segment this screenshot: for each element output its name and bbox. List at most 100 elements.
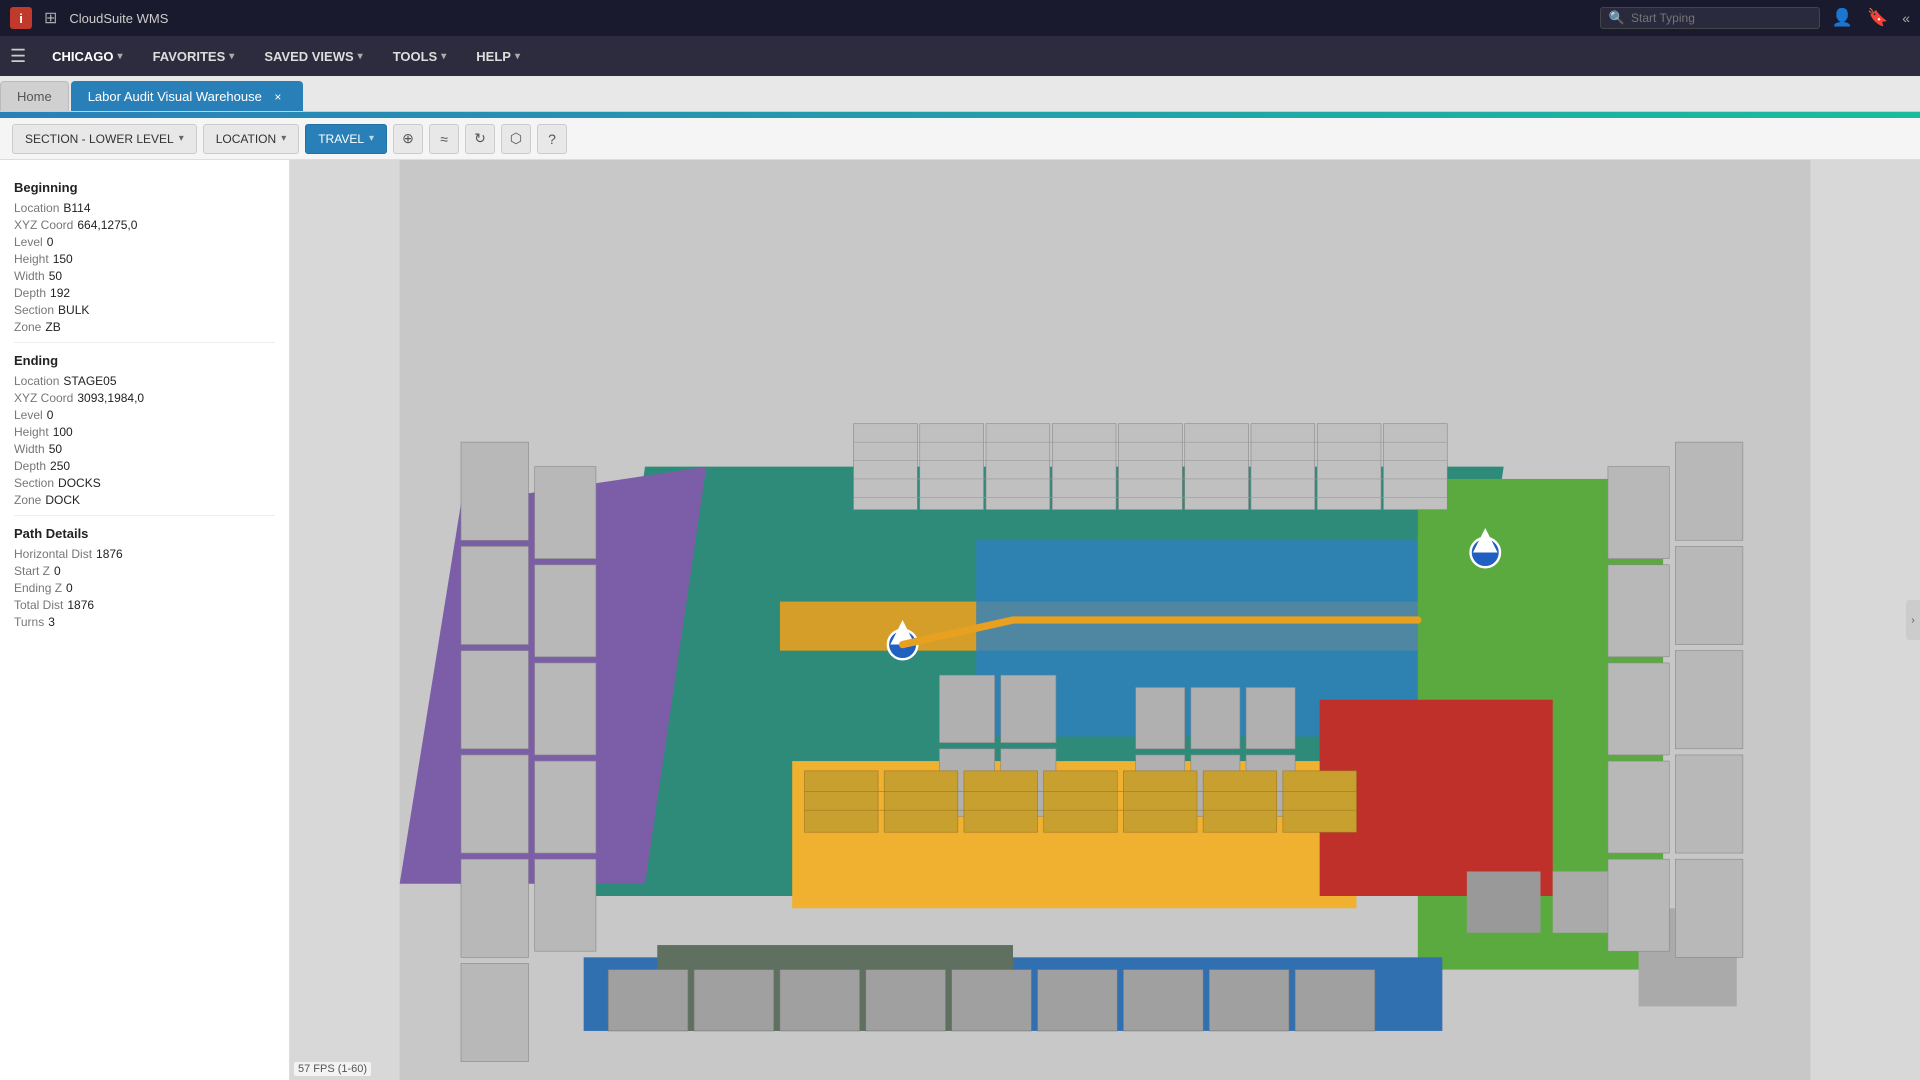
warehouse-view[interactable]: 57 FPS (1-60) ›	[290, 160, 1920, 1080]
turns-label: Turns	[14, 615, 44, 629]
nav-favorites[interactable]: FAVORITES ▾	[141, 43, 247, 70]
location-arrow: ▾	[281, 133, 286, 144]
end-width-label-text: Width	[14, 442, 45, 456]
tabbar: Home Labor Audit Visual Warehouse ×	[0, 76, 1920, 112]
left-panel: Beginning Location B114 XYZ Coord 664,12…	[0, 160, 290, 1080]
tab-close-button[interactable]: ×	[270, 89, 286, 105]
path-title: Path Details	[14, 526, 275, 541]
tab-home[interactable]: Home	[0, 81, 69, 111]
height-value: 150	[53, 252, 73, 266]
zone-value: ZB	[45, 320, 60, 334]
end-location-label-text: Location	[14, 374, 59, 388]
depth-label-text: Depth	[14, 286, 46, 300]
external-link-button[interactable]: ⬡	[501, 124, 531, 154]
section-row: Section BULK	[14, 303, 275, 317]
end-zone-row: Zone DOCK	[14, 493, 275, 507]
zone-row: Zone ZB	[14, 320, 275, 334]
end-zone-label-text: Zone	[14, 493, 41, 507]
chicago-arrow: ▾	[118, 51, 123, 62]
end-level-label-text: Level	[14, 408, 43, 422]
width-value: 50	[49, 269, 62, 283]
travel-dropdown[interactable]: TRAVEL ▾	[305, 124, 387, 154]
nav-saved-views[interactable]: SAVED VIEWS ▾	[252, 43, 374, 70]
help-arrow: ▾	[515, 51, 520, 62]
cursor-icon: ⊕	[402, 130, 414, 147]
chicago-label: CHICAGO	[52, 49, 113, 64]
end-height-row: Height 100	[14, 425, 275, 439]
infor-logo[interactable]: i	[10, 7, 32, 29]
tools-arrow: ▾	[441, 51, 446, 62]
top-rack-array	[854, 424, 1448, 510]
refresh-button[interactable]: ↻	[465, 124, 495, 154]
nav-chicago[interactable]: CHICAGO ▾	[40, 43, 134, 70]
travel-label: TRAVEL	[318, 132, 364, 146]
level-row: Level 0	[14, 235, 275, 249]
help-button[interactable]: ?	[537, 124, 567, 154]
collapse-right-icon: ›	[1911, 615, 1914, 626]
bookmark-icon[interactable]: 🔖	[1867, 8, 1888, 28]
app-title: CloudSuite WMS	[69, 11, 1587, 26]
total-dist-row: Total Dist 1876	[14, 598, 275, 612]
end-depth-label-text: Depth	[14, 459, 46, 473]
xyz-row: XYZ Coord 664,1275,0	[14, 218, 275, 232]
warehouse-svg	[290, 160, 1920, 1080]
location-dropdown[interactable]: LOCATION ▾	[203, 124, 299, 154]
user-icon[interactable]: 👤	[1832, 8, 1853, 28]
ending-z-row: Ending Z 0	[14, 581, 275, 595]
width-row: Width 50	[14, 269, 275, 283]
fps-label: 57 FPS (1-60)	[298, 1063, 367, 1075]
help-label: HELP	[476, 49, 511, 64]
section-label: SECTION - LOWER LEVEL	[25, 132, 174, 146]
xyz-label-text: XYZ Coord	[14, 218, 73, 232]
end-width-row: Width 50	[14, 442, 275, 456]
section-value: BULK	[58, 303, 89, 317]
search-icon: 🔍	[1609, 10, 1625, 26]
end-depth-row: Depth 250	[14, 459, 275, 473]
end-zone-value: DOCK	[45, 493, 80, 507]
total-dist-label: Total Dist	[14, 598, 63, 612]
route-tool-button[interactable]: ≈	[429, 124, 459, 154]
tab-labor-audit[interactable]: Labor Audit Visual Warehouse ×	[71, 81, 303, 111]
height-row: Height 150	[14, 252, 275, 266]
end-height-value: 100	[53, 425, 73, 439]
saved-views-arrow: ▾	[358, 51, 363, 62]
topbar: i ⊞ CloudSuite WMS 🔍 👤 🔖 «	[0, 0, 1920, 36]
end-height-label-text: Height	[14, 425, 49, 439]
logo-text: i	[19, 11, 23, 26]
cursor-tool-button[interactable]: ⊕	[393, 124, 423, 154]
end-depth-value: 250	[50, 459, 70, 473]
turns-value: 3	[48, 615, 55, 629]
nav-tools[interactable]: TOOLS ▾	[381, 43, 459, 70]
hamburger-icon[interactable]: ☰	[10, 46, 26, 67]
tools-label: TOOLS	[393, 49, 438, 64]
end-section-label-text: Section	[14, 476, 54, 490]
collapse-icon[interactable]: «	[1902, 10, 1910, 26]
grid-icon[interactable]: ⊞	[44, 8, 57, 28]
location-value: B114	[63, 201, 90, 215]
location-row: Location B114	[14, 201, 275, 215]
ending-title: Ending	[14, 353, 275, 368]
zone-label-text: Zone	[14, 320, 41, 334]
collapse-right-arrow[interactable]: ›	[1906, 600, 1920, 640]
start-z-label: Start Z	[14, 564, 50, 578]
ending-z-value: 0	[66, 581, 73, 595]
search-box[interactable]: 🔍	[1600, 7, 1820, 29]
labor-audit-tab-label: Labor Audit Visual Warehouse	[88, 89, 262, 104]
section-label-text: Section	[14, 303, 54, 317]
main-content: Beginning Location B114 XYZ Coord 664,12…	[0, 160, 1920, 1080]
depth-row: Depth 192	[14, 286, 275, 300]
end-location-row: Location STAGE05	[14, 374, 275, 388]
xyz-value: 664,1275,0	[77, 218, 137, 232]
end-level-value: 0	[47, 408, 54, 422]
end-level-row: Level 0	[14, 408, 275, 422]
section-dropdown[interactable]: SECTION - LOWER LEVEL ▾	[12, 124, 197, 154]
end-section-value: DOCKS	[58, 476, 101, 490]
nav-help[interactable]: HELP ▾	[464, 43, 532, 70]
divider-2	[14, 515, 275, 516]
travel-arrow: ▾	[369, 133, 374, 144]
search-input[interactable]	[1631, 11, 1801, 25]
horiz-dist-label: Horizontal Dist	[14, 547, 92, 561]
location-label: LOCATION	[216, 132, 276, 146]
route-icon: ≈	[440, 131, 448, 147]
turns-row: Turns 3	[14, 615, 275, 629]
